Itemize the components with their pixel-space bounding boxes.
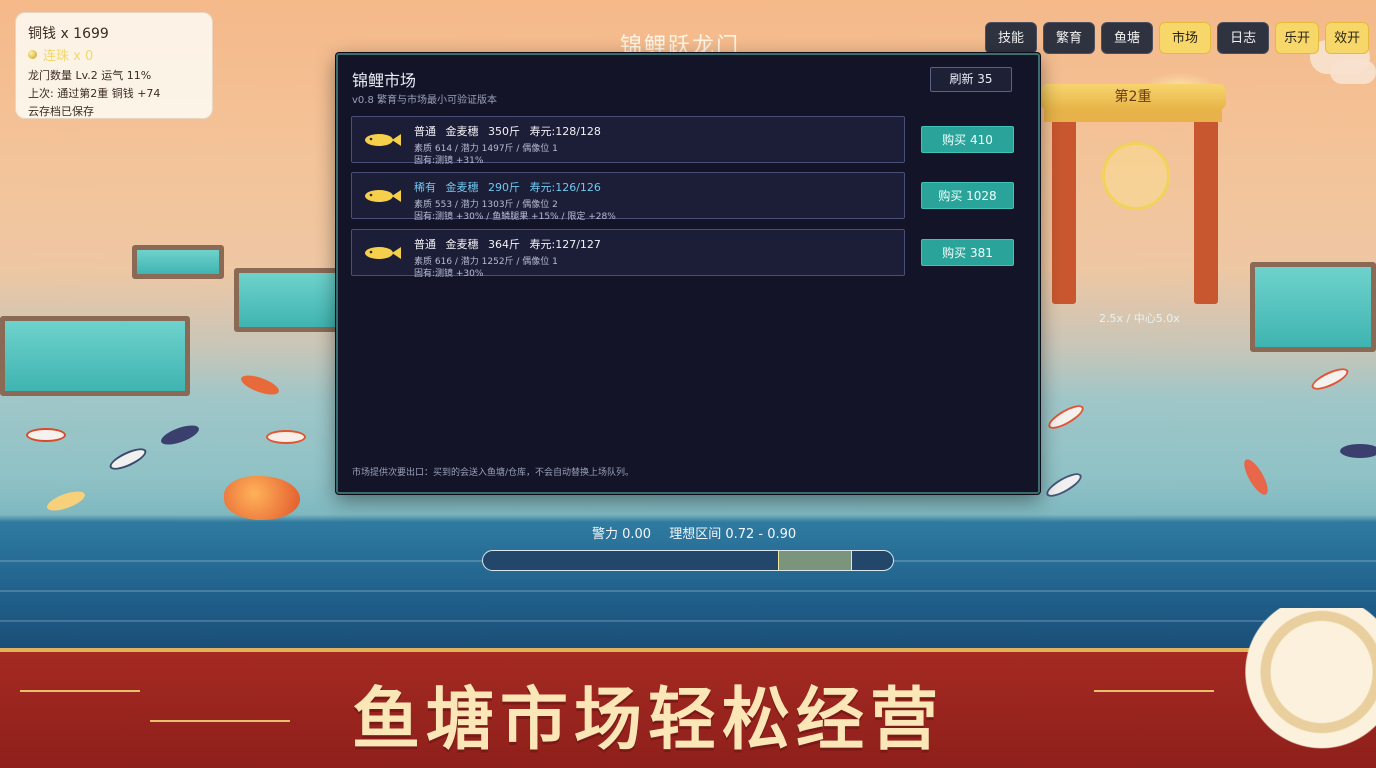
pearl-row: 连珠 x 0 [28,45,200,64]
meter-label: 警力 0.00 理想区间 0.72 - 0.90 [592,523,810,542]
buy-button[interactable]: 购买 1028 [921,182,1014,209]
pond[interactable] [234,268,342,332]
listing-lifespan: 寿元:128/128 [529,125,601,138]
koi-fish [158,421,202,449]
koi-fish [238,371,282,399]
koi-fish [266,430,306,444]
gate-level: 龙门数量 Lv.2 运气 11% [28,69,152,82]
koi-fish [1308,364,1352,394]
koi-fish [1043,468,1085,502]
save-status: 云存档已保存 [28,105,94,118]
refresh-button[interactable]: 刷新 35 [930,67,1012,92]
top-nav: 技能 繁育 鱼塘 市场 日志 乐开 效开 [985,22,1370,54]
listing-traits: 固有:测镜 +30% / 鱼鳞腿果 +15% / 限定 +28% [414,212,616,222]
listing-lifespan: 寿元:127/127 [529,238,601,251]
player-stats-panel: 铜钱 x 1699 连珠 x 0 龙门数量 Lv.2 运气 11% 上次: 通过… [15,12,213,119]
gate-multiplier: 2.5x / 中心5.0x [1099,312,1180,325]
market-listing: 普通 金麦穗 350斤 寿元:128/128 素质 614 / 潜力 1497斤… [351,116,905,166]
pond[interactable] [132,245,224,279]
market-note: 市场提供次要出口：买到的会送入鱼塘/仓库，不会自动替换上场队列。 [352,468,635,478]
listing-weight: 364斤 [488,238,520,251]
gate-pillar-right [1194,118,1218,304]
sky-cloud [1330,60,1376,84]
pearl-icon [28,50,37,59]
tab-pond[interactable]: 鱼塘 [1101,22,1154,54]
listing-weight: 290斤 [488,181,520,194]
koi-fish [1045,400,1087,434]
tab-log[interactable]: 日志 [1217,22,1270,54]
koi-fish [1239,456,1273,498]
koi-fish [1340,444,1376,458]
listing-lifespan: 寿元:126/126 [529,181,601,194]
market-panel: 锦鲤市场 v0.8 繁育与市场最小可验证版本 刷新 35 普通 金麦穗 350斤… [336,53,1040,494]
buy-button[interactable]: 购买 381 [921,239,1014,266]
market-title: 锦鲤市场 [352,71,417,90]
tab-skills[interactable]: 技能 [985,22,1038,54]
coin-count: 铜钱 x 1699 [28,26,109,42]
power-readout: 警力 0.00 [592,527,652,542]
buy-button[interactable]: 购买 410 [921,126,1014,153]
pond[interactable] [1250,262,1376,352]
listing-traits: 固有:测镜 +31% [414,156,484,166]
sun [1102,142,1170,210]
gate-pillar-left [1052,118,1076,304]
market-listing: 普通 金麦穗 364斤 寿元:127/127 素质 616 / 潜力 1252斤… [351,229,905,279]
listing-rarity: 普通 [414,238,436,251]
koi-fish [26,428,66,442]
koi-icon [365,247,401,259]
listing-rarity: 稀有 [414,181,436,194]
banner-ornament [20,690,140,692]
power-meter[interactable] [482,550,894,571]
pearl-count: 连珠 x 0 [43,49,94,64]
listing-weight: 350斤 [488,125,520,138]
listing-rarity: 普通 [414,125,436,138]
gate-sign: 第2重 [1040,84,1226,110]
koi-icon [365,134,401,146]
pond[interactable] [0,316,190,396]
listing-header: 普通 金麦穗 350斤 寿元:128/128 [414,123,607,139]
player-koi[interactable] [224,476,300,520]
last-result: 上次: 通过第2重 铜钱 +74 [28,87,161,100]
listing-header: 稀有 金麦穗 290斤 寿元:126/126 [414,179,607,195]
sfx-toggle-button[interactable]: 效开 [1325,22,1370,54]
sea-wave [0,620,1376,622]
ideal-zone [778,551,852,570]
koi-fish [44,487,88,515]
listing-breed: 金麦穗 [445,125,479,138]
banner-ornament [150,720,290,722]
banner-title: 鱼塘市场轻松经营 [352,680,945,760]
ideal-range-readout: 理想区间 0.72 - 0.90 [669,527,797,542]
listing-traits: 固有:测镜 +30% [414,269,484,279]
listing-breed: 金麦穗 [445,238,479,251]
tab-breeding[interactable]: 繁育 [1043,22,1096,54]
market-subtitle: v0.8 繁育与市场最小可验证版本 [352,95,497,106]
tab-market[interactable]: 市场 [1159,22,1212,54]
koi-icon [365,190,401,202]
listing-breed: 金麦穗 [445,181,479,194]
auspicious-cloud-icon [1240,608,1376,768]
banner-ornament [1094,690,1214,692]
gate-beam [1044,108,1222,122]
music-toggle-button[interactable]: 乐开 [1275,22,1320,54]
market-listing: 稀有 金麦穗 290斤 寿元:126/126 素质 553 / 潜力 1303斤… [351,172,905,222]
sea-wave [0,590,1376,592]
koi-fish [106,444,150,474]
listing-header: 普通 金麦穗 364斤 寿元:127/127 [414,236,607,252]
